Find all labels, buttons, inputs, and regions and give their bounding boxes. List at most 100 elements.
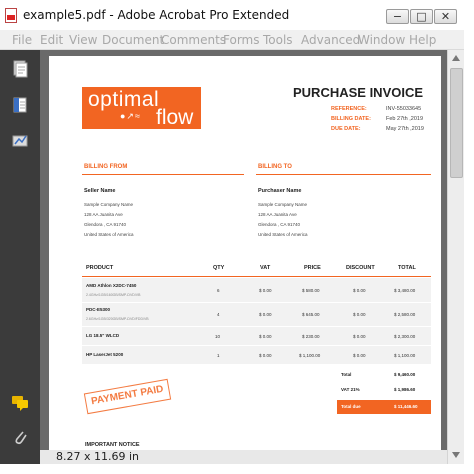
- company-logo: optimal ●↗≈ flow: [82, 87, 201, 129]
- bookmarks-icon[interactable]: [11, 96, 29, 114]
- billing-date-label: BILLING DATE:: [331, 116, 371, 122]
- col-price: PRICE: [304, 265, 321, 271]
- minimize-button[interactable]: −: [386, 9, 409, 24]
- vat-cell: $ 0.00: [259, 312, 272, 317]
- row-divider: [82, 326, 431, 327]
- title-bar: example5.pdf - Adobe Acrobat Pro Extende…: [0, 0, 474, 30]
- payment-paid-stamp: PAYMENT PAID: [83, 378, 172, 415]
- divider: [82, 174, 244, 175]
- price-cell: $ 580.00: [302, 288, 320, 293]
- page-size-indicator: 8.27 x 11.69 in: [56, 450, 140, 463]
- col-total: TOTAL: [398, 265, 416, 271]
- product-name: PDC-E5300: [86, 307, 111, 312]
- purchaser-address-line: Sample Company Name: [258, 202, 308, 207]
- maximize-button[interactable]: □: [410, 9, 433, 24]
- table-header-divider: [82, 276, 431, 277]
- menu-help[interactable]: Help: [409, 33, 436, 47]
- scroll-thumb[interactable]: [450, 68, 463, 178]
- purchaser-address-line: Glendora , CA 91740: [258, 222, 301, 227]
- qty-cell: 1: [217, 353, 220, 358]
- document-viewport[interactable]: optimal ●↗≈ flow PURCHASE INVOICE REFERE…: [40, 50, 447, 450]
- seller-address-line: United States of America: [84, 232, 134, 237]
- total-cell: $ 2,300.00: [394, 334, 416, 339]
- qty-cell: 6: [217, 288, 220, 293]
- seller-address-line: Sample Company Name: [84, 202, 134, 207]
- menu-document[interactable]: Document: [102, 33, 164, 47]
- total-due-label: Total due: [341, 404, 361, 409]
- window-title: example5.pdf - Adobe Acrobat Pro Extende…: [23, 8, 290, 22]
- menu-bar: File Edit View Document Comments Forms T…: [0, 30, 474, 50]
- discount-cell: $ 0.00: [353, 334, 366, 339]
- discount-cell: $ 0.00: [353, 288, 366, 293]
- col-discount: DISCOUNT: [346, 265, 375, 271]
- triathlon-icons: ●↗≈: [120, 111, 141, 121]
- total-cell: $ 3,480.00: [394, 288, 416, 293]
- col-qty: QTY: [213, 265, 225, 271]
- purchaser-name: Purchaser Name: [258, 188, 302, 194]
- table-body: [82, 278, 431, 364]
- vat-cell: $ 0.00: [259, 334, 272, 339]
- product-name: HP LaserJet 5200: [86, 352, 124, 357]
- menu-comments[interactable]: Comments: [161, 33, 226, 47]
- signatures-icon[interactable]: [11, 132, 29, 150]
- total-cell: $ 2,580.00: [394, 312, 416, 317]
- product-name: LG 18.5" WLCD: [86, 333, 120, 338]
- pages-icon[interactable]: [11, 60, 29, 78]
- price-cell: $ 230.00: [302, 334, 320, 339]
- subtotal-value: $ 9,460.00: [394, 372, 416, 377]
- comments-icon[interactable]: [11, 394, 29, 412]
- product-name: AMD Athlon X2DC-7450: [86, 283, 137, 288]
- menu-advanced[interactable]: Advanced: [301, 33, 360, 47]
- scroll-up-icon[interactable]: [452, 55, 460, 61]
- scroll-down-icon[interactable]: [452, 452, 460, 458]
- price-cell: $ 645.00: [302, 312, 320, 317]
- price-cell: $ 1,100.00: [299, 353, 321, 358]
- pdf-file-icon: [5, 8, 17, 23]
- col-vat: VAT: [260, 265, 271, 271]
- row-divider: [82, 345, 431, 346]
- seller-address-line: Glendora , CA 91740: [84, 222, 127, 227]
- total-due-value: $ 11,446.60: [394, 404, 418, 409]
- vat-cell: $ 0.00: [259, 288, 272, 293]
- due-date-label: DUE DATE:: [331, 126, 361, 132]
- close-button[interactable]: ✕: [434, 9, 457, 24]
- product-spec: 2.4GHz/1GB/160GB/SMP-DVD/VB: [86, 293, 141, 297]
- vat-total-label: VAT 21%: [341, 387, 360, 392]
- window-frame-bottom: [0, 464, 474, 474]
- important-notice-heading: IMPORTANT NOTICE: [85, 442, 140, 448]
- vertical-scrollbar[interactable]: [447, 50, 464, 464]
- due-date-value: May 27th ,2019: [386, 126, 424, 132]
- vat-total-value: $ 1,986.60: [394, 387, 416, 392]
- reference-label: REFERENCE:: [331, 106, 367, 112]
- window-frame-right: [464, 30, 474, 474]
- discount-cell: $ 0.00: [353, 312, 366, 317]
- invoice-title: PURCHASE INVOICE: [293, 85, 424, 100]
- status-bar: 8.27 x 11.69 in: [40, 450, 447, 464]
- subtotal-label: Total: [341, 372, 352, 377]
- menu-window[interactable]: Window: [358, 33, 405, 47]
- attachments-icon[interactable]: [11, 428, 29, 446]
- qty-cell: 10: [215, 334, 221, 339]
- billing-from-heading: BILLING FROM: [84, 164, 128, 170]
- billing-date-value: Feb 27th ,2019: [386, 116, 424, 122]
- product-spec: 2.6GHz/1GB/320GB/SMP-DVD/FDD/VB: [86, 317, 149, 321]
- menu-forms[interactable]: Forms: [223, 33, 259, 47]
- billing-to-heading: BILLING TO: [258, 164, 292, 170]
- qty-cell: 4: [217, 312, 220, 317]
- purchaser-address-line: 128 AA Juanita Ave: [258, 212, 297, 217]
- discount-cell: $ 0.00: [353, 353, 366, 358]
- acrobat-window: example5.pdf - Adobe Acrobat Pro Extende…: [0, 0, 474, 474]
- total-cell: $ 1,100.00: [394, 353, 416, 358]
- menu-tools[interactable]: Tools: [263, 33, 293, 47]
- pdf-page: optimal ●↗≈ flow PURCHASE INVOICE REFERE…: [49, 56, 441, 450]
- seller-name: Seller Name: [84, 188, 116, 194]
- col-product: PRODUCT: [86, 265, 114, 271]
- reference-value: INV-55033645: [386, 106, 422, 112]
- menu-file[interactable]: File: [12, 33, 32, 47]
- menu-edit[interactable]: Edit: [40, 33, 63, 47]
- purchaser-address-line: United States of America: [258, 232, 308, 237]
- menu-view[interactable]: View: [69, 33, 97, 47]
- navigation-pane: [0, 50, 40, 464]
- seller-address-line: 128 AA Juanita Ave: [84, 212, 123, 217]
- row-divider: [82, 302, 431, 303]
